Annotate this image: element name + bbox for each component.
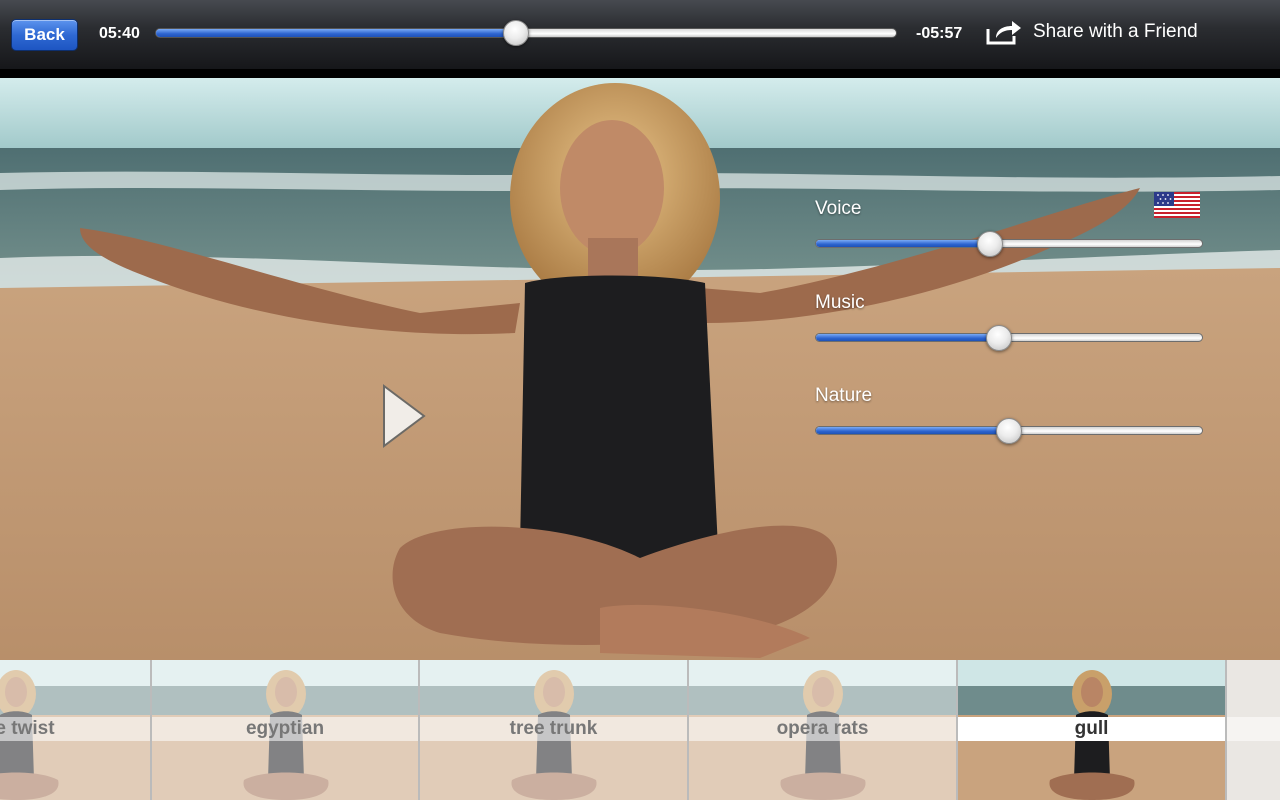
share-label: Share with a Friend xyxy=(1033,21,1198,42)
nature-slider-thumb[interactable] xyxy=(996,417,1022,444)
music-slider-thumb[interactable] xyxy=(986,324,1013,351)
player-toolbar: Back 05:40 -05:57 Share with a Friend xyxy=(0,0,1280,70)
seek-bar-thumb[interactable] xyxy=(503,20,530,46)
voice-slider-fill xyxy=(816,240,990,247)
video-image xyxy=(0,78,1280,660)
pose-thumbnail[interactable]: gull xyxy=(958,660,1227,800)
us-flag-icon[interactable] xyxy=(1154,192,1200,218)
voice-slider[interactable] xyxy=(815,230,1203,257)
seek-bar-progress xyxy=(156,29,517,37)
pose-thumbnail[interactable]: opera rats xyxy=(689,660,958,800)
remaining-time: -05:57 xyxy=(916,25,963,42)
pose-thumbnail-label: tree trunk xyxy=(420,717,687,741)
back-button[interactable]: Back xyxy=(11,19,78,51)
music-slider-fill xyxy=(816,334,1000,341)
nature-slider-fill xyxy=(816,427,1009,434)
pose-thumbnail-strip[interactable]: the twist egyptian tree trunk opera rats… xyxy=(0,660,1280,800)
elapsed-time: 05:40 xyxy=(99,25,140,42)
music-label: Music xyxy=(815,292,865,313)
seek-bar[interactable] xyxy=(155,20,897,46)
voice-slider-thumb[interactable] xyxy=(976,230,1003,257)
pose-thumbnail[interactable]: the twist xyxy=(0,660,152,800)
pose-thumbnail-label: the twist xyxy=(0,717,150,741)
pose-thumbnail-label: opera rats xyxy=(689,717,956,741)
pose-thumbnail-label xyxy=(1227,717,1280,741)
share-icon xyxy=(986,21,1021,45)
music-slider[interactable] xyxy=(815,324,1203,351)
nature-label: Nature xyxy=(815,385,873,406)
nature-slider[interactable] xyxy=(815,417,1203,444)
pose-thumbnail-label: gull xyxy=(958,717,1225,741)
pose-thumbnail-label: egyptian xyxy=(152,717,418,741)
voice-label: Voice xyxy=(815,198,862,219)
play-icon[interactable] xyxy=(381,384,427,448)
pose-thumbnail[interactable]: tree trunk xyxy=(420,660,689,800)
video-frame[interactable] xyxy=(0,78,1280,660)
share-button[interactable]: Share with a Friend xyxy=(985,16,1198,48)
video-player-screen: Back 05:40 -05:57 Share with a Friend Vo… xyxy=(0,0,1280,800)
pose-thumbnail[interactable] xyxy=(1227,660,1280,800)
pose-thumbnail[interactable]: egyptian xyxy=(152,660,420,800)
